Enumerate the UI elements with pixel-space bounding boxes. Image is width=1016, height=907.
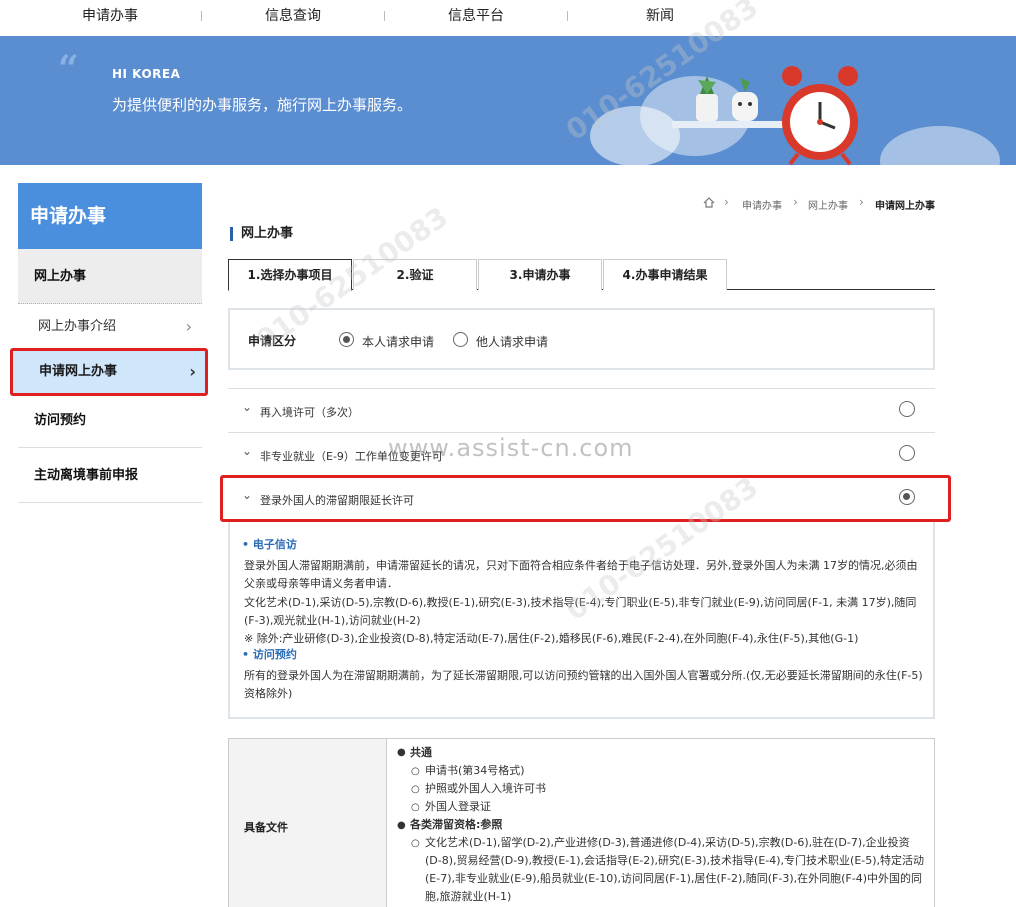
permit-label: 再入境许可（多次） [260,406,359,419]
permit-radio[interactable] [899,401,915,417]
info-paragraph: 登录外国人滞留期期满前，申请滞留延长的请况，只对下面符合相应条件者给于电子信访处… [244,559,918,590]
banner-slogan: 为提供便利的办事服务，施行网上办事服务。 [112,96,413,114]
info-heading-visit: • 访问预约 [242,648,297,661]
info-paragraph: 所有的登录外国人为在滞留期期满前，为了延长滞留期限,可以访问预约管辖的出入国外国… [244,669,923,700]
info-note: ※ 除外:产业研修(D-3),企业投资(D-8),特定活动(E-7),居住(F-… [244,632,859,645]
breadcrumb-current: 申请网上办事 [875,201,935,212]
nav-news[interactable]: 新闻 [600,0,720,32]
bullet-icon: ● [397,820,406,831]
bullet-icon: ○ [411,784,420,795]
nav-separator [567,11,568,21]
applicant-type-label: 申请区分 [248,334,297,348]
bullet-icon: ○ [411,838,420,849]
docs-item: 外国人登录证 [425,800,491,813]
sidebar-title: 申请办事 [18,183,202,249]
radio-self-label[interactable]: 本人请求申请 [362,333,434,350]
home-icon[interactable] [703,197,715,208]
permit-label: 非专业就业（E-9）工作单位变更许可 [260,450,443,463]
permit-radio[interactable] [899,445,915,461]
bullet-icon: ○ [411,802,420,813]
docs-item: 文化艺术(D-1),留学(D-2),产业进修(D-3),普通进修(D-4),采访… [425,836,925,903]
sidebar-section-online[interactable]: 网上办事 [18,249,202,304]
cloud-decoration [880,126,1000,165]
applicant-type-box: 申请区分 本人请求申请 他人请求申请 [228,308,935,370]
nav-inquiry[interactable]: 信息查询 [233,0,353,32]
tab-apply[interactable]: 3.申请办事 [478,259,602,290]
nav-separator [201,11,202,21]
sidebar-item-online-intro[interactable]: 网上办事介绍 › [18,305,202,349]
permit-row-reentry[interactable]: ⌄ 再入境许可（多次） [228,388,935,432]
docs-item: 护照或外国人入境许可书 [425,782,546,795]
sidebar-item-visit-reservation[interactable]: 访问预约 [18,394,202,448]
tab-verify[interactable]: 2.验证 [353,259,477,290]
sidebar-item-label: 网上办事介绍 [38,319,117,334]
chevron-down-icon: ⌄ [242,400,253,414]
sidebar-item-departure-report[interactable]: 主动离境事前申报 [18,449,202,503]
bullet-icon: ○ [411,766,420,777]
quote-mark-icon: “ [58,48,79,90]
radio-other[interactable] [453,332,468,347]
tab-select-item[interactable]: 1.选择办事项目 [228,259,352,291]
tab-result[interactable]: 4.办事申请结果 [603,259,727,290]
radio-other-label[interactable]: 他人请求申请 [476,333,548,350]
chevron-down-icon: ⌄ [242,444,253,458]
bullet-icon: ● [397,747,406,758]
docs-item: 申请书(第34号格式) [425,764,525,777]
highlight-box [220,475,951,522]
nav-separator [384,11,385,21]
docs-common-title: 共通 [410,746,432,759]
chevron-right-icon: › [185,317,192,336]
alarm-clock-illustration [672,66,858,165]
page-title: 网上办事 [230,227,293,241]
table-header-label: 具备文件 [244,821,288,834]
breadcrumb-item[interactable]: 申请办事 [742,197,782,212]
nav-platform[interactable]: 信息平台 [416,0,536,32]
hero-banner: “ HI KOREA 为提供便利的办事服务，施行网上办事服务。 [0,36,1016,165]
breadcrumb-separator: › [859,195,864,209]
table-header-cell: 具备文件 [229,739,387,907]
banner-brand: HI KOREA [112,67,181,81]
breadcrumb-separator: › [724,195,729,209]
breadcrumb-separator: › [793,195,798,209]
info-heading-e-petition: • 电子信访 [242,538,297,551]
step-tabs: 1.选择办事项目 2.验证 3.申请办事 4.办事申请结果 [228,259,935,291]
permit-row-e9-change[interactable]: ⌄ 非专业就业（E-9）工作单位变更许可 [228,432,935,476]
nav-apply[interactable]: 申请办事 [50,0,170,32]
highlight-box [10,348,208,396]
docs-status-title: 各类滞留资格:参照 [410,818,503,831]
permit-info-panel: • 电子信访 登录外国人滞留期期满前，申请滞留延长的请况，只对下面符合相应条件者… [228,522,935,719]
breadcrumb-item[interactable]: 网上办事 [808,197,848,212]
top-navigation: 申请办事 信息查询 信息平台 新闻 [0,0,1016,36]
required-documents-table: 具备文件 ● 共通 ○ 申请书(第34号格式) ○ 护照或外国人入境许可书 ○ … [228,738,935,907]
radio-self[interactable] [339,332,354,347]
info-paragraph: 文化艺术(D-1),采访(D-5),宗教(D-6),教授(E-1),研究(E-3… [244,596,917,627]
